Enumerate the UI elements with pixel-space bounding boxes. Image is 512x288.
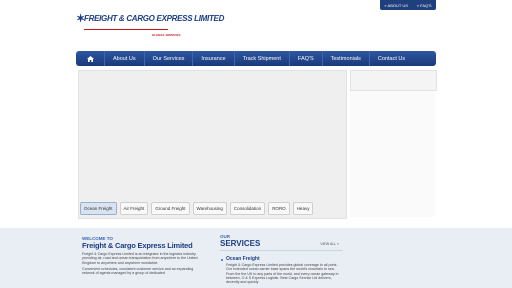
welcome-block: WELCOME TO Freight & Cargo Express Limit… bbox=[82, 236, 204, 275]
bullet-icon bbox=[221, 259, 223, 261]
about-us-link[interactable]: » ABOUT US bbox=[384, 3, 408, 8]
tab-heavy[interactable]: Heavy bbox=[292, 202, 314, 215]
welcome-title: Freight & Cargo Express Limited bbox=[82, 241, 193, 250]
nav-faqs[interactable]: FAQ'S bbox=[288, 51, 322, 66]
divider bbox=[220, 250, 343, 251]
service-item-text: Freight & Cargo Express Limited provides… bbox=[226, 263, 339, 285]
nav-about-us[interactable]: About Us bbox=[104, 51, 144, 66]
nav-contact-us[interactable]: Contact Us bbox=[368, 51, 413, 66]
tab-air-freight[interactable]: Air Freight bbox=[119, 202, 149, 215]
nav-testimonials[interactable]: Testimonials bbox=[321, 51, 369, 66]
sidebar-header-box bbox=[350, 70, 437, 91]
service-tabs: Ocean Freight Air Freight Ground Freight… bbox=[80, 202, 314, 215]
sidebar-panel bbox=[350, 91, 435, 217]
services-block: OUR SERVICES VIEW ALL » Ocean Freight Fr… bbox=[220, 234, 343, 284]
tab-consolidation[interactable]: Consolidation bbox=[229, 202, 266, 215]
hero-slider bbox=[78, 70, 347, 219]
nav-insurance[interactable]: Insurance bbox=[192, 51, 233, 66]
service-item-title[interactable]: Ocean Freight bbox=[226, 256, 343, 262]
nav-track-shipment[interactable]: Track Shipment bbox=[233, 51, 289, 66]
main-nav: About Us Our Services Insurance Track Sh… bbox=[76, 51, 436, 66]
view-all-link[interactable]: VIEW ALL » bbox=[320, 242, 339, 246]
tab-ocean-freight[interactable]: Ocean Freight bbox=[80, 202, 117, 215]
logo-tagline: GLOBAL SERVICES bbox=[152, 33, 181, 37]
logo-rule bbox=[84, 29, 168, 30]
nav-home[interactable] bbox=[76, 51, 104, 66]
tab-roro[interactable]: RORO bbox=[268, 202, 290, 215]
tab-ground-freight[interactable]: Ground Freight bbox=[151, 202, 190, 215]
faqs-link[interactable]: » FAQ'S bbox=[417, 3, 432, 8]
logo[interactable]: ✶ FREIGHT & CARGO EXPRESS LIMITED GLOBAL… bbox=[76, 12, 224, 42]
home-icon bbox=[86, 55, 94, 62]
nav-our-services[interactable]: Our Services bbox=[143, 51, 193, 66]
welcome-paragraph-1: Freight & Cargo Express Limited is an in… bbox=[82, 252, 198, 265]
tab-warehousing[interactable]: Warehousing bbox=[192, 202, 227, 215]
top-links: » ABOUT US » FAQ'S bbox=[380, 0, 436, 10]
logo-title: FREIGHT & CARGO EXPRESS LIMITED bbox=[84, 14, 225, 23]
welcome-paragraph-2: Convenient schedules, consistent custome… bbox=[82, 266, 194, 276]
